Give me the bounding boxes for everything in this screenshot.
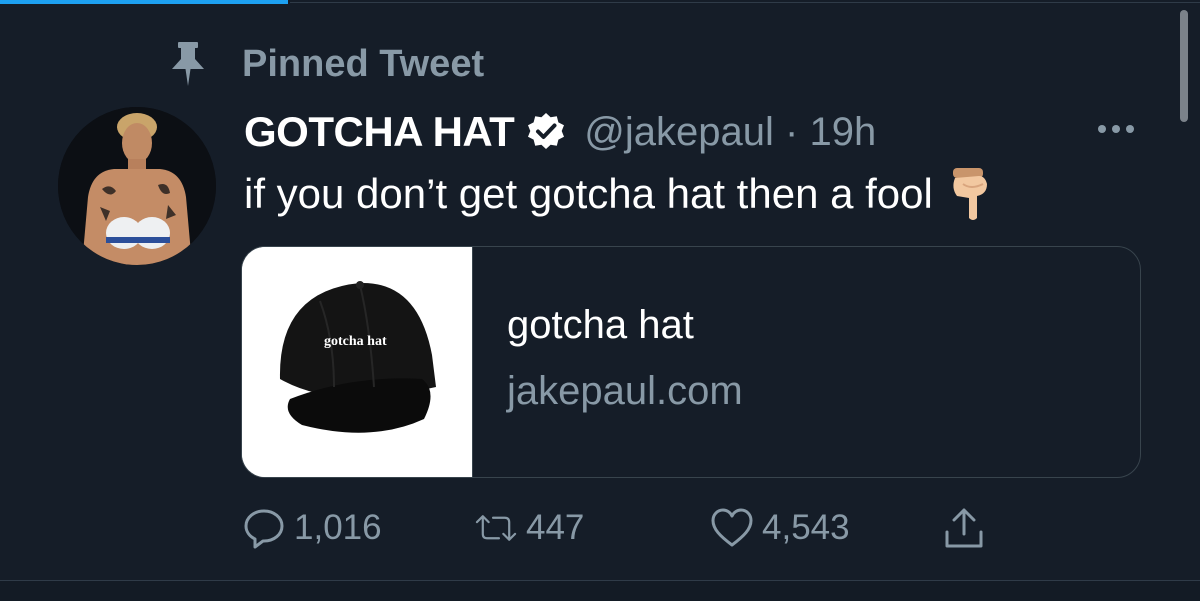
card-domain: jakepaul.com [507, 369, 743, 413]
more-options-icon[interactable] [1094, 118, 1138, 140]
pointing-down-hand-icon [952, 168, 987, 220]
heart-icon [711, 508, 753, 547]
display-name[interactable]: GOTCHA HAT [244, 108, 515, 156]
handle-and-timestamp[interactable]: @jakepaul · 19h [584, 110, 876, 155]
pinned-tweet-context: Pinned Tweet [166, 40, 484, 88]
load-progress-bar [0, 0, 288, 4]
retweet-count: 447 [526, 508, 585, 547]
card-title: gotcha hat [507, 303, 694, 347]
card-thumbnail: gotcha hat [242, 247, 473, 477]
like-count: 4,543 [762, 508, 850, 547]
next-tweet-edge [0, 581, 1200, 601]
verified-badge-icon [528, 113, 565, 149]
scrollbar-thumb[interactable] [1180, 10, 1188, 122]
tweet-header: GOTCHA HAT @jakepaul · 19h [244, 106, 876, 158]
pinned-tweet-label: Pinned Tweet [242, 42, 485, 85]
hat-embroidery-text: gotcha hat [324, 334, 387, 349]
reply-button[interactable]: 1,016 [242, 504, 382, 552]
like-button[interactable]: 4,543 [710, 504, 850, 552]
retweet-button[interactable]: 447 [474, 504, 584, 552]
retweet-icon [475, 515, 517, 541]
tweet-body: if you don’t get gotcha hat then a fool [244, 166, 993, 222]
reply-count: 1,016 [294, 508, 382, 547]
pin-icon [166, 40, 210, 88]
tweet-text: if you don’t get gotcha hat then a fool [244, 170, 933, 217]
top-divider [290, 2, 1200, 3]
share-icon [945, 508, 983, 548]
link-card[interactable]: gotcha hat gotcha hat jakepaul.com [241, 246, 1141, 478]
reply-icon [244, 509, 284, 549]
avatar[interactable] [58, 107, 216, 265]
tweet-actions: 1,016 447 4,543 [0, 504, 1200, 552]
share-button[interactable] [942, 504, 986, 552]
